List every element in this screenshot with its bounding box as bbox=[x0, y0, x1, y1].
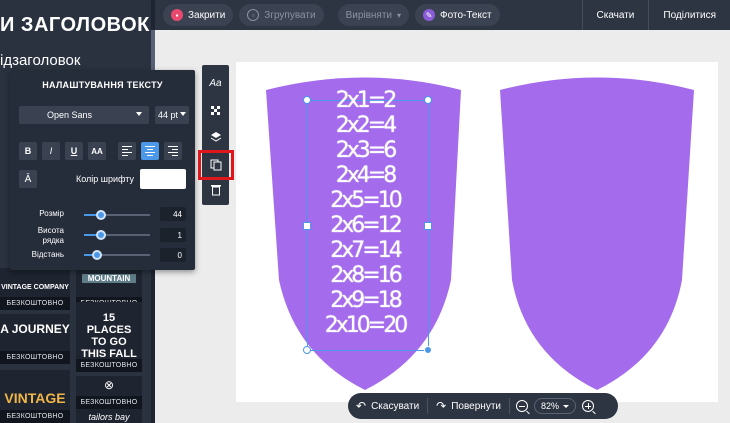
font-size-select[interactable]: 44 pt bbox=[155, 106, 189, 124]
shield-right bbox=[500, 77, 694, 390]
undo-button[interactable]: ↶ Скасувати bbox=[348, 399, 427, 413]
zoom-out-button[interactable] bbox=[510, 400, 534, 412]
size-value[interactable]: 44 bbox=[160, 207, 186, 221]
underline-button[interactable]: U bbox=[65, 142, 83, 160]
align-center-button[interactable] bbox=[141, 142, 159, 160]
text-line: 2x8=16 bbox=[330, 263, 402, 288]
object-toolbar: Aa bbox=[202, 65, 229, 205]
undo-label: Скасувати bbox=[371, 400, 420, 412]
layers-button[interactable] bbox=[202, 125, 229, 149]
align-left-button[interactable] bbox=[118, 142, 136, 160]
font-size-value: 44 pt bbox=[158, 110, 179, 120]
resize-handle-bottom-left[interactable] bbox=[303, 346, 311, 354]
size-slider-label: Розмір bbox=[39, 209, 64, 218]
text-line: 2x3=6 bbox=[335, 138, 397, 163]
font-family-select[interactable]: Open Sans bbox=[19, 106, 149, 124]
text-line: 2x4=8 bbox=[335, 163, 397, 188]
redo-label: Повернути bbox=[451, 400, 501, 412]
text-line: 2x9=18 bbox=[330, 288, 402, 313]
multiplication-text[interactable]: 2x1=2 2x2=4 2x3=6 2x4=8 2x5=10 2x6=12 2x… bbox=[305, 88, 425, 358]
align-left-icon bbox=[122, 146, 132, 156]
spacing-slider[interactable] bbox=[84, 250, 150, 260]
spacing-slider-label: Відстань bbox=[31, 250, 64, 259]
text-settings-panel: НАЛАШТУВАННЯ ТЕКСТУ Open Sans 44 pt B I … bbox=[10, 70, 195, 270]
size-slider[interactable] bbox=[84, 210, 150, 220]
resize-handle-top-right[interactable] bbox=[424, 96, 432, 104]
zoom-select[interactable]: 82% bbox=[533, 398, 576, 414]
resize-handle-left[interactable] bbox=[303, 222, 311, 230]
align-right-button[interactable] bbox=[164, 142, 182, 160]
text-line: 2x6=12 bbox=[330, 213, 402, 238]
zoom-in-button[interactable] bbox=[576, 400, 600, 412]
text-settings-button[interactable]: Aa bbox=[202, 71, 229, 95]
line-height-slider-knob[interactable] bbox=[95, 230, 106, 240]
font-family-value: Open Sans bbox=[47, 110, 93, 120]
size-slider-knob[interactable] bbox=[95, 210, 106, 220]
text-line: 2x7=14 bbox=[330, 238, 402, 263]
uppercase-button[interactable]: AA bbox=[88, 142, 106, 160]
delete-button[interactable] bbox=[202, 178, 229, 202]
zoom-in-icon bbox=[582, 400, 594, 412]
redo-icon: ↷ bbox=[436, 399, 447, 413]
text-line: 2x1=2 bbox=[335, 88, 397, 113]
align-right-icon bbox=[168, 146, 178, 156]
text-line: 2x10=20 bbox=[324, 313, 408, 338]
text-line: 2x5=10 bbox=[330, 188, 402, 213]
redo-button[interactable]: ↷ Повернути bbox=[428, 399, 509, 413]
layers-icon bbox=[210, 132, 221, 142]
line-height-value[interactable]: 1 bbox=[160, 228, 186, 242]
font-color-label: Колір шрифту bbox=[76, 174, 134, 184]
zoom-value: 82% bbox=[540, 401, 559, 411]
resize-handle-top-left[interactable] bbox=[303, 96, 311, 104]
rotate-handle[interactable] bbox=[424, 346, 432, 354]
text-line: 2x2=4 bbox=[335, 113, 397, 138]
chevron-down-icon bbox=[180, 112, 186, 116]
align-center-icon bbox=[145, 146, 155, 156]
line-height-slider[interactable] bbox=[84, 230, 150, 240]
font-color-swatch[interactable] bbox=[140, 169, 186, 189]
zoom-out-icon bbox=[515, 400, 528, 412]
spacing-slider-knob[interactable] bbox=[92, 250, 103, 260]
text-effect-icon: Ā bbox=[24, 173, 32, 185]
spacing-value[interactable]: 0 bbox=[160, 248, 186, 262]
italic-button[interactable]: I bbox=[42, 142, 60, 160]
text-effects-button[interactable]: Ā bbox=[19, 170, 37, 188]
bottom-toolbar: ↶ Скасувати ↷ Повернути 82% bbox=[348, 393, 618, 419]
transparency-button[interactable] bbox=[202, 99, 229, 123]
checkerboard-icon bbox=[210, 106, 220, 115]
trash-icon bbox=[210, 185, 221, 196]
highlight-box bbox=[198, 150, 234, 180]
undo-icon: ↶ bbox=[356, 399, 367, 413]
line-height-slider-label: Висота рядка bbox=[37, 226, 64, 245]
chevron-down-icon bbox=[563, 404, 569, 408]
panel-title: НАЛАШТУВАННЯ ТЕКСТУ bbox=[42, 80, 163, 90]
chevron-down-icon bbox=[136, 112, 142, 116]
resize-handle-right[interactable] bbox=[424, 222, 432, 230]
bold-button[interactable]: B bbox=[19, 142, 37, 160]
